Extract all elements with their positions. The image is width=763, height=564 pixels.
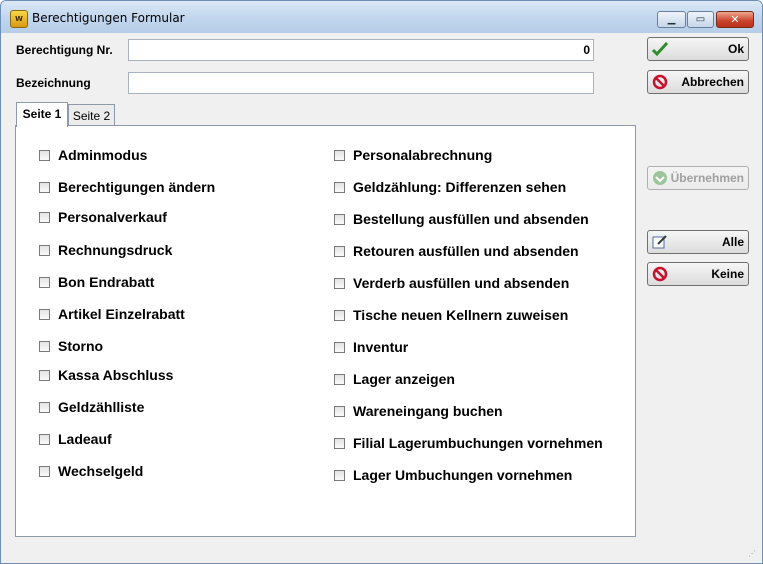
permission-label: Wareneingang buchen [353,403,503,419]
permission-label: Geldzählliste [58,399,145,415]
permission-checkbox[interactable] [39,370,50,381]
permission-label: Geldzählung: Differenzen sehen [353,179,567,195]
apply-button[interactable]: Übernehmen [647,166,749,190]
permission-label: Retouren ausfüllen und absenden [353,243,579,259]
select-all-button[interactable]: Alle [647,230,749,254]
apply-label: Übernehmen [670,171,744,185]
select-none-label: Keine [711,267,744,281]
permission-label: Lager Umbuchungen vornehmen [353,467,573,483]
permission-checkbox[interactable] [39,182,50,193]
desc-field[interactable] [128,72,594,94]
permission-checkbox[interactable] [334,214,345,225]
app-icon: W [10,10,28,28]
minimize-icon: ▁ [667,14,676,25]
permission-label: Kassa Abschluss [58,367,174,383]
edit-icon [652,235,667,249]
permission-checkbox[interactable] [39,245,50,256]
permission-label: Lager anzeigen [353,371,455,387]
ok-button[interactable]: Ok [647,37,749,61]
tab-seite-1[interactable]: Seite 1 [16,102,68,127]
none-icon [652,266,668,282]
nr-field[interactable]: 0 [128,39,594,61]
cancel-icon [652,74,668,90]
permission-checkbox[interactable] [39,309,50,320]
permission-label: Berechtigungen ändern [58,179,216,195]
permission-label: Verderb ausfüllen und absenden [353,275,570,291]
permission-label: Storno [58,338,104,354]
permission-label: Tische neuen Kellnern zuweisen [353,307,569,323]
ok-label: Ok [727,42,744,56]
select-none-button[interactable]: Keine [647,262,749,286]
permission-checkbox[interactable] [39,277,50,288]
permission-checkbox[interactable] [334,278,345,289]
permission-checkbox[interactable] [39,150,50,161]
resize-grip[interactable]: ⋰ [748,549,758,559]
permission-checkbox[interactable] [39,402,50,413]
permission-checkbox[interactable] [334,374,345,385]
cancel-label: Abbrechen [681,75,744,89]
desc-label: Bezeichnung [16,76,91,90]
permission-checkbox[interactable] [334,438,345,449]
tab-seite-2[interactable]: Seite 2 [68,104,115,126]
permission-checkbox[interactable] [334,406,345,417]
permission-label: Bestellung ausfüllen und absenden [353,211,589,227]
close-button[interactable]: ✕ [716,11,754,28]
permission-label: Adminmodus [58,147,148,163]
permission-checkbox[interactable] [334,150,345,161]
permission-label: Rechnungsdruck [58,242,173,258]
permission-checkbox[interactable] [39,434,50,445]
permission-checkbox[interactable] [334,342,345,353]
close-icon: ✕ [730,13,740,26]
permission-label: Artikel Einzelrabatt [58,306,185,322]
permission-label: Personalverkauf [58,209,167,225]
permission-checkbox[interactable] [39,466,50,477]
permission-label: Inventur [353,339,409,355]
cancel-button[interactable]: Abbrechen [647,70,749,94]
permission-checkbox[interactable] [334,310,345,321]
permission-label: Bon Endrabatt [58,274,155,290]
title-bar[interactable]: W Berechtigungen Formular ▁ ▭ ✕ [1,1,762,33]
permission-checkbox[interactable] [39,212,50,223]
window: W Berechtigungen Formular ▁ ▭ ✕ Berechti… [0,0,763,564]
permission-checkbox[interactable] [334,470,345,481]
select-all-label: Alle [721,235,744,249]
permission-checkbox[interactable] [39,341,50,352]
permission-label: Ladeauf [58,431,112,447]
window-title: Berechtigungen Formular [32,11,185,25]
check-icon [652,41,668,57]
nr-label: Berechtigung Nr. [16,43,113,57]
permission-label: Wechselgeld [58,463,144,479]
maximize-button[interactable]: ▭ [687,11,714,28]
permission-label: Filial Lagerumbuchungen vornehmen [353,435,603,451]
minimize-button[interactable]: ▁ [657,11,686,28]
permission-checkbox[interactable] [334,182,345,193]
maximize-icon: ▭ [695,14,706,25]
permission-checkbox[interactable] [334,246,345,257]
apply-icon [653,171,667,185]
permission-label: Personalabrechnung [353,147,493,163]
